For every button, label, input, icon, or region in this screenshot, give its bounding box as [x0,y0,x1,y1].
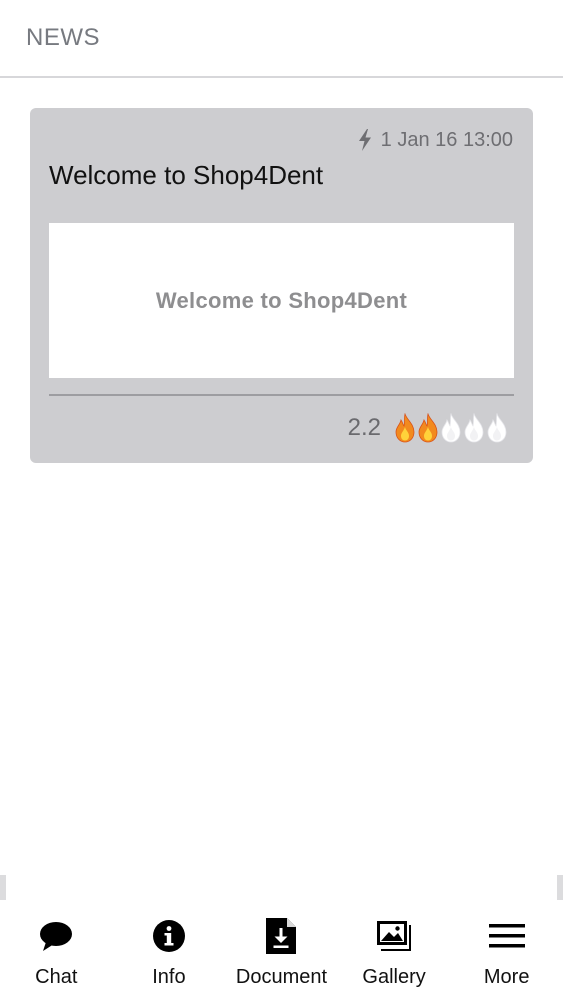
right-edge-marker [557,875,563,901]
news-date: 1 Jan 16 13:00 [380,128,513,151]
hamburger-menu-icon [488,918,525,954]
tab-label-more: More [483,966,530,988]
flame-inactive-icon[interactable] [486,413,508,443]
gallery-image-icon [376,918,412,954]
news-title[interactable]: Welcome to Shop4Dent [49,160,323,191]
tab-more[interactable]: More [450,900,563,1000]
tab-label-gallery: Gallery [362,966,426,988]
flame-inactive-icon[interactable] [463,413,485,443]
chat-bubble-icon [38,918,74,954]
left-edge-marker [0,875,6,901]
tab-chat[interactable]: Chat [0,900,113,1000]
flame-inactive-icon[interactable] [440,413,462,443]
news-feed[interactable]: 1 Jan 16 13:00 Welcome to Shop4Dent Welc… [0,78,563,900]
document-download-icon [263,918,299,954]
news-card-divider [49,394,514,396]
news-rating[interactable]: 2.2 [348,413,508,443]
rating-flames[interactable] [393,413,508,443]
info-icon [151,918,187,954]
tab-document[interactable]: Document [225,900,338,1000]
news-card-meta: 1 Jan 16 13:00 [357,128,513,152]
tab-label-document: Document [235,966,328,988]
flame-active-icon[interactable] [394,413,416,443]
bottom-tab-bar: Chat Info Document Gallery More [0,900,563,1000]
app-root: NEWS 1 Jan 16 13:00 Welcome to Shop4Dent… [0,0,563,1000]
lightning-bolt-icon [358,129,371,151]
rating-value: 2.2 [347,414,381,441]
tab-label-chat: Chat [35,966,78,988]
news-image[interactable]: Welcome to Shop4Dent [49,223,514,378]
tab-label-info: Info [152,966,186,988]
news-card[interactable]: 1 Jan 16 13:00 Welcome to Shop4Dent Welc… [30,108,533,463]
tab-info[interactable]: Info [113,900,226,1000]
news-image-caption: Welcome to Shop4Dent [155,287,408,313]
header-bar: NEWS [0,0,563,78]
flame-active-icon[interactable] [417,413,439,443]
page-title: NEWS [26,24,100,51]
tab-gallery[interactable]: Gallery [338,900,451,1000]
